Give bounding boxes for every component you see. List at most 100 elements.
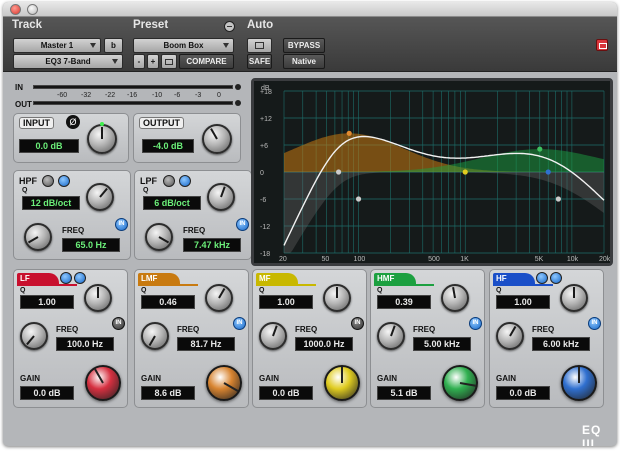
lf-q-knob[interactable]: [84, 284, 112, 312]
safe-button[interactable]: SAFE: [247, 54, 272, 69]
hf-gain-value[interactable]: 0.0 dB: [496, 386, 550, 400]
mf-freq-knob[interactable]: [259, 322, 287, 350]
hf-freq-value[interactable]: 6.00 kHz: [532, 337, 590, 351]
band-handle: [545, 169, 551, 175]
minimize-window-button[interactable]: [27, 4, 38, 15]
lpf-slope-value[interactable]: 6 dB/oct: [143, 196, 201, 210]
db-tick-label: -12: [260, 224, 270, 231]
output-meter: [33, 101, 233, 105]
hpf-q-label: Q: [22, 187, 28, 194]
meter-tick-label: -60: [57, 92, 68, 99]
lmf-gain-value[interactable]: 8.6 dB: [141, 386, 195, 400]
mf-color-bar: [256, 284, 316, 286]
mf-q-knob[interactable]: [323, 284, 351, 312]
hf-type-button[interactable]: [550, 272, 562, 284]
input-gain-knob[interactable]: [87, 122, 117, 154]
db-tick-label: -18: [260, 251, 270, 258]
lf-gain-label: GAIN: [20, 374, 40, 383]
hmf-freq-knob[interactable]: [377, 322, 405, 350]
mf-freq-value[interactable]: 1000.0 Hz: [295, 337, 353, 351]
db-tick-label: 0: [260, 170, 264, 177]
plugin-settings-button[interactable]: [596, 39, 608, 51]
preset-menu-button[interactable]: [224, 21, 235, 32]
hmf-gain-label: GAIN: [377, 374, 397, 383]
lmf-freq-label: FREQ: [177, 325, 200, 334]
freq-tick-label: 20: [279, 256, 287, 263]
phase-invert-button[interactable]: Ø: [66, 115, 80, 129]
lf-type-button[interactable]: [74, 272, 86, 284]
lf-gain-value[interactable]: 0.0 dB: [20, 386, 74, 400]
lmf-in-button[interactable]: IN: [233, 317, 246, 330]
output-gain-knob[interactable]: [202, 124, 232, 154]
close-window-button[interactable]: [10, 4, 21, 15]
lpf-freq-value[interactable]: 7.47 kHz: [183, 238, 241, 252]
bypass-button[interactable]: BYPASS: [283, 38, 325, 53]
lpf-slope-knob[interactable]: [207, 183, 235, 211]
eq-curve-display[interactable]: dB +18 +12 +6 0 -6 -12 -18 20 50 100 500 1K 5K 10k 20k: [251, 78, 613, 266]
eq3-logo: EQ III: [582, 423, 602, 446]
lpf-freq-knob[interactable]: [145, 223, 173, 251]
lpf-shape-button[interactable]: [163, 175, 175, 187]
compare-button[interactable]: COMPARE: [179, 54, 234, 69]
lmf-freq-knob[interactable]: [141, 322, 169, 350]
input-gain-value[interactable]: 0.0 dB: [19, 139, 79, 153]
lmf-q-value[interactable]: 0.46: [141, 295, 195, 309]
mf-freq-label: FREQ: [295, 325, 318, 334]
lf-in-button[interactable]: IN: [112, 317, 125, 330]
hf-q-value[interactable]: 1.00: [496, 295, 550, 309]
hmf-freq-value[interactable]: 5.00 kHz: [413, 337, 471, 351]
track-selector[interactable]: Master 1: [13, 38, 101, 53]
out-meter-label: OUT: [15, 100, 32, 109]
input-clip-indicator[interactable]: [235, 84, 241, 90]
hpf-slope-knob[interactable]: [86, 183, 114, 211]
hmf-gain-knob[interactable]: [442, 365, 478, 401]
hmf-q-knob[interactable]: [441, 284, 469, 312]
lmf-gain-knob[interactable]: [206, 365, 242, 401]
lf-freq-value[interactable]: 100.0 Hz: [56, 337, 114, 351]
hf-freq-knob[interactable]: [496, 322, 524, 350]
lmf-freq-value[interactable]: 81.7 Hz: [177, 337, 235, 351]
lpf-type-button[interactable]: [179, 175, 191, 187]
hpf-freq-knob[interactable]: [24, 223, 52, 251]
meter-tick-label: -6: [174, 92, 181, 99]
band-handle: [355, 196, 362, 202]
hf-in-button[interactable]: IN: [588, 317, 601, 330]
lf-gain-knob[interactable]: [85, 365, 121, 401]
plugin-selector[interactable]: EQ3 7-Band: [13, 54, 123, 69]
preset-previous-button[interactable]: -: [133, 54, 145, 69]
lpf-in-button[interactable]: IN: [236, 218, 249, 231]
output-clip-indicator[interactable]: [235, 100, 241, 106]
hmf-in-button[interactable]: IN: [469, 317, 482, 330]
hpf-type-button[interactable]: [58, 175, 70, 187]
hmf-gain-value[interactable]: 5.1 dB: [377, 386, 431, 400]
db-tick-label: +18: [260, 89, 272, 96]
hf-shape-button[interactable]: [536, 272, 548, 284]
hf-q-knob[interactable]: [560, 284, 588, 312]
lf-freq-knob[interactable]: [20, 322, 48, 350]
hpf-slope-value[interactable]: 12 dB/oct: [22, 196, 80, 210]
hmf-band-label: HMF: [374, 273, 416, 284]
freq-tick-label: 1K: [460, 256, 469, 263]
hpf-in-button[interactable]: IN: [115, 218, 128, 231]
preset-library-button[interactable]: [161, 54, 177, 69]
level-meters: IN OUT -60 -32 -22 -16 -10 -6 -3 0: [9, 80, 241, 110]
lf-q-value[interactable]: 1.00: [20, 295, 74, 309]
mf-gain-knob[interactable]: [324, 365, 360, 401]
hf-gain-knob[interactable]: [561, 365, 597, 401]
auto-section-label: Auto: [247, 19, 274, 31]
mf-in-button[interactable]: IN: [351, 317, 364, 330]
hpf-shape-button[interactable]: [42, 175, 54, 187]
mf-q-label: Q: [259, 287, 265, 294]
lmf-q-knob[interactable]: [205, 284, 233, 312]
hmf-q-value[interactable]: 0.39: [377, 295, 431, 309]
meter-tick-label: -10: [152, 92, 163, 99]
mf-gain-value[interactable]: 0.0 dB: [259, 386, 313, 400]
automation-button[interactable]: [247, 38, 272, 53]
preset-next-button[interactable]: +: [147, 54, 159, 69]
lf-shape-button[interactable]: [60, 272, 72, 284]
mf-q-value[interactable]: 1.00: [259, 295, 313, 309]
output-gain-value[interactable]: -4.0 dB: [142, 139, 194, 153]
track-channel-selector[interactable]: b: [104, 38, 123, 53]
preset-selector[interactable]: Boom Box: [133, 38, 234, 53]
hpf-freq-value[interactable]: 65.0 Hz: [62, 238, 120, 252]
